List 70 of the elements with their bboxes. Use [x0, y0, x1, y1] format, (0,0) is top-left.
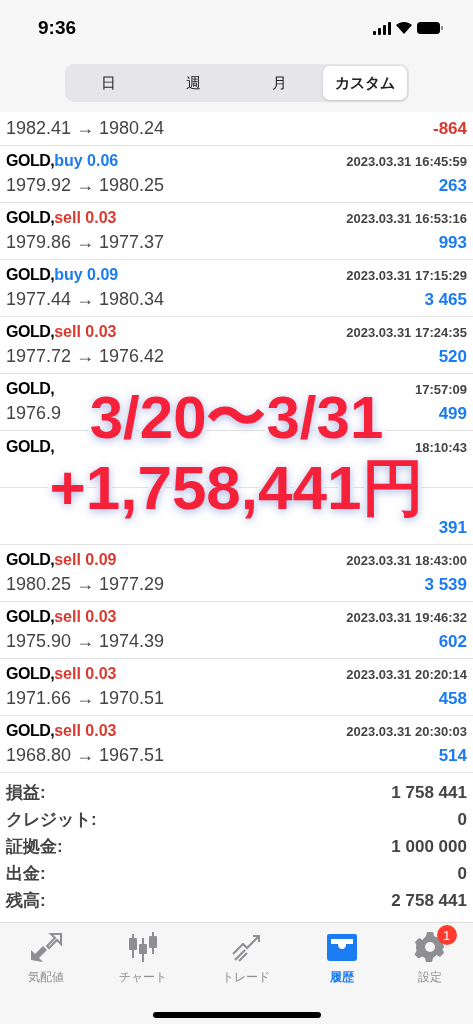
period-tab[interactable]: カスタム	[323, 66, 407, 100]
deal-title: GOLD,sell 0.03	[6, 209, 117, 227]
total-caption: +1,758,441円	[49, 454, 424, 522]
profit-value: -864	[432, 118, 467, 139]
price-range: 1979.86 → 1977.37	[6, 232, 165, 253]
profit-value: 520	[438, 347, 467, 367]
deal-time: 2023.03.31 16:53:16	[346, 211, 467, 226]
battery-icon	[417, 22, 443, 34]
inbox-icon	[324, 932, 359, 962]
summary-label: 損益:	[6, 782, 46, 804]
price-range: 1980.25 → 1977.29	[6, 574, 165, 595]
deal-title: GOLD,sell 0.03	[6, 608, 117, 626]
period-tab[interactable]: 月	[237, 66, 321, 100]
summary-label: 残高:	[6, 890, 46, 912]
summary-value: 1 758 441	[391, 782, 467, 803]
profit-value: 993	[438, 233, 467, 253]
summary-value: 2 758 441	[391, 890, 467, 911]
tab-bar-item[interactable]: チャート	[104, 923, 181, 986]
price-range: 1979.92 → 1980.25	[6, 175, 165, 196]
deal-title: GOLD,buy 0.09	[6, 266, 119, 284]
tab-bar-item[interactable]: 履歴	[310, 923, 373, 986]
deal-time: 2023.03.31 18:43:00	[346, 553, 467, 568]
profit-value: 3 465	[424, 290, 467, 310]
price-range: 1977.44 → 1980.34	[6, 289, 165, 310]
deal-time: 2023.03.31 17:15:29	[346, 268, 467, 283]
summary-label: クレジット:	[6, 809, 97, 831]
summary-value: 1 000 000	[391, 836, 467, 857]
wifi-icon	[396, 22, 412, 34]
signal-icon	[373, 21, 391, 35]
price-range: 1976.9	[6, 403, 62, 424]
period-tab[interactable]: 日	[66, 66, 150, 100]
price-range: 1971.66 → 1970.51	[6, 688, 165, 709]
profit-value: 499	[438, 404, 467, 424]
arrows-icon	[28, 932, 63, 962]
price-range: 1977.72 → 1976.42	[6, 346, 165, 367]
deal-title: GOLD,sell 0.09	[6, 551, 117, 569]
gear-icon	[413, 931, 446, 963]
deal-time: 18:10:43	[414, 439, 467, 455]
deal-time: 2023.03.31 19:46:32	[346, 610, 467, 625]
tab-bar-item[interactable]: トレード	[207, 923, 284, 986]
profit-value: 391	[438, 517, 467, 538]
price-range: 1975.90 → 1974.39	[6, 631, 165, 652]
period-caption: 3/20〜3/31	[89, 384, 384, 452]
summary-value: 0	[457, 863, 467, 884]
deal-title: GOLD,	[6, 380, 55, 398]
profit-value: 3 539	[424, 575, 467, 595]
deal-title: GOLD,sell 0.03	[6, 665, 117, 683]
summary-label: 証拠金:	[6, 836, 63, 858]
price-range: 1968.80 → 1967.51	[6, 745, 165, 766]
deal-time: 2023.03.31 16:45:59	[346, 154, 467, 169]
notification-badge: 1	[436, 925, 457, 945]
profit-value: 263	[438, 176, 467, 196]
summary-label: 出金:	[6, 863, 46, 885]
deal-time: 2023.03.31 20:30:03	[346, 724, 467, 739]
status-time: 9:36	[38, 17, 77, 39]
deal-title: GOLD,buy 0.06	[6, 152, 119, 170]
tab-bar-item[interactable]: 1 設定	[399, 923, 460, 986]
deal-time: 2023.03.31 17:24:35	[346, 325, 467, 340]
deal-title: GOLD,	[6, 437, 55, 456]
price-range: 1982.41 → 1980.24	[6, 118, 165, 139]
deal-title: GOLD,sell 0.03	[6, 323, 117, 341]
deal-time: 17:57:09	[414, 382, 467, 397]
deal-title: GOLD,sell 0.03	[6, 722, 117, 740]
tab-bar-item[interactable]: 気配値	[13, 923, 78, 986]
profit-value: 514	[438, 746, 467, 766]
profit-value: 602	[438, 632, 467, 652]
summary-value: 0	[457, 809, 467, 830]
deal-time: 2023.03.31 20:20:14	[346, 667, 467, 682]
profit-value: 458	[438, 689, 467, 709]
period-tab[interactable]: 週	[152, 66, 236, 100]
